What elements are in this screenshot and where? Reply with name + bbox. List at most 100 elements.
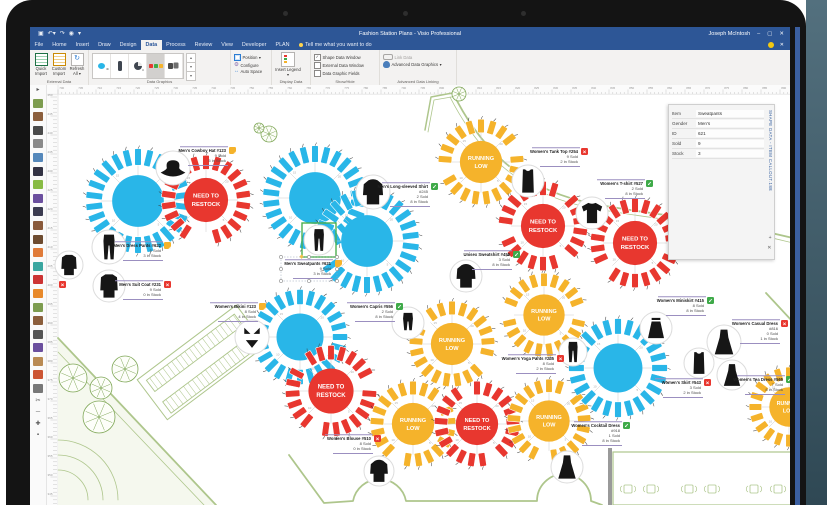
- tell-me-box[interactable]: Tell me what you want to do: [294, 40, 377, 50]
- stencil-tool-icon[interactable]: ✂: [35, 398, 40, 405]
- undo-icon[interactable]: ↶▾: [48, 30, 56, 37]
- close-button[interactable]: ✕: [779, 31, 784, 37]
- selection-handle[interactable]: [307, 255, 311, 259]
- item-callout[interactable]: Unisex Sweatshirt #4583 Sold8 in Stock✓: [449, 250, 520, 293]
- save-icon[interactable]: ▣: [38, 30, 44, 37]
- selection-handle[interactable]: [335, 267, 339, 271]
- position-button[interactable]: Position ▾: [234, 54, 262, 61]
- close-ribbon-icon[interactable]: ✕: [780, 42, 784, 48]
- close-icon[interactable]: ✕: [767, 245, 771, 251]
- field-value[interactable]: Sweatpants: [696, 110, 764, 117]
- touch-mode-icon[interactable]: ◉: [69, 30, 74, 37]
- stencil-tool-icon[interactable]: ─: [36, 409, 40, 416]
- ribbon-tab-row: File Home Insert Draw Design Data Process Revie…: [30, 40, 790, 50]
- stencil-shape-icon[interactable]: [33, 316, 43, 326]
- stencil-shape-icon[interactable]: [33, 180, 43, 190]
- tab-file[interactable]: File: [30, 40, 48, 50]
- tab-design[interactable]: Design: [115, 40, 141, 50]
- stencil-shape-icon[interactable]: [33, 152, 43, 162]
- item-callout[interactable]: Women's Casual Dress#8160 Sold1 in Stock…: [706, 319, 788, 360]
- selection-handle[interactable]: [279, 255, 283, 259]
- stencil-shape-icon[interactable]: [33, 275, 43, 285]
- checkbox-external-data-window[interactable]: External Data Window: [314, 62, 364, 69]
- item-callout[interactable]: Women's Miniskirt #4158 Sold8 in Stock✓: [639, 296, 714, 345]
- data-graphic-bar-icon[interactable]: [111, 54, 129, 78]
- clothing-rack-yellow[interactable]: 5101520RUNNINGLOW: [435, 115, 528, 208]
- quick-import-button[interactable]: Quick Import: [33, 52, 49, 76]
- checkbox-shape-data-window[interactable]: ✓ Shape Data Window: [314, 54, 364, 61]
- data-graphic-thumbs-icon[interactable]: [165, 54, 183, 78]
- refresh-all-button[interactable]: ↻ Refresh All ▾: [69, 52, 85, 76]
- stencil-shape-icon[interactable]: [33, 207, 43, 217]
- item-callout[interactable]: Women's Tea Dress #5657 Sold8 in Stock✓: [716, 359, 790, 395]
- insert-legend-button[interactable]: Insert Legend ▾: [275, 52, 301, 77]
- tab-data[interactable]: Data: [140, 40, 162, 50]
- field-value[interactable]: 621: [696, 130, 764, 137]
- signed-in-user[interactable]: Joseph McIntosh: [709, 31, 751, 37]
- gallery-scroll-arrows[interactable]: ▴ ▾ ▾: [186, 53, 196, 81]
- data-graphics-gallery[interactable]: [92, 53, 184, 79]
- stencil-shape-icon[interactable]: [33, 288, 43, 298]
- tab-review[interactable]: Review: [190, 40, 217, 50]
- redo-icon[interactable]: ↷: [60, 30, 65, 37]
- svg-text:20: 20: [431, 404, 435, 408]
- stencil-shape-icon[interactable]: [33, 139, 43, 149]
- item-callout[interactable]: ✕: [54, 250, 84, 288]
- data-graphic-gauge-icon[interactable]: [129, 54, 147, 78]
- stencil-shape-icon[interactable]: [33, 220, 43, 230]
- advanced-data-graphics-button[interactable]: Advanced Data Graphics ▾: [383, 61, 442, 68]
- checkbox-data-graphic-fields[interactable]: Data Graphic Fields: [314, 70, 364, 77]
- item-callout[interactable]: Men's Cowboy Hat #1239 Sold5 in Stock: [155, 146, 236, 186]
- data-graphic-status-flags-icon[interactable]: [147, 54, 165, 78]
- tab-draw[interactable]: Draw: [94, 40, 116, 50]
- item-callout[interactable]: Women's Capris #5562 Sold8 in Stock✓: [347, 302, 425, 340]
- selection-handle[interactable]: [279, 279, 283, 283]
- customize-qat-icon[interactable]: ▾: [78, 30, 81, 37]
- stencil-shape-icon[interactable]: [33, 261, 43, 271]
- stencil-shape-icon[interactable]: [33, 166, 43, 176]
- tab-plan[interactable]: PLAN: [271, 40, 294, 50]
- item-callout[interactable]: Men's Suit Coat #2319 Sold0 in Stock✕: [92, 269, 171, 303]
- auto-space-button[interactable]: ↔ Auto Space: [234, 69, 262, 75]
- link-data-button[interactable]: Link Data: [383, 54, 442, 60]
- stencil-shape-icon[interactable]: [33, 343, 43, 353]
- svg-text:20: 20: [225, 179, 229, 183]
- tab-home[interactable]: Home: [48, 40, 71, 50]
- expand-icon[interactable]: +: [769, 235, 772, 241]
- svg-text:RESTOCK: RESTOCK: [529, 228, 558, 234]
- selection-handle[interactable]: [335, 279, 339, 283]
- stencil-expand-icon[interactable]: ▸: [36, 87, 39, 94]
- clothing-rack-red[interactable]: 5101520NEED TORESTOCK: [431, 377, 524, 470]
- selection-handle[interactable]: [335, 255, 339, 259]
- configure-button[interactable]: ⚙ Configure: [234, 62, 262, 68]
- stencil-shape-icon[interactable]: [33, 193, 43, 203]
- custom-import-button[interactable]: Custom Import: [51, 52, 67, 76]
- stencil-shape-icon[interactable]: [33, 125, 43, 135]
- tab-view[interactable]: View: [217, 40, 238, 50]
- stencil-shape-icon[interactable]: [33, 248, 43, 258]
- field-value[interactable]: Men's: [696, 120, 764, 127]
- data-graphic-callout-icon[interactable]: [93, 54, 111, 78]
- feedback-smiley-icon[interactable]: [767, 42, 774, 48]
- field-value[interactable]: 9: [696, 140, 764, 147]
- tab-developer[interactable]: Developer: [237, 40, 271, 50]
- selection-handle[interactable]: [279, 267, 283, 271]
- stencil-shape-icon[interactable]: [33, 98, 43, 108]
- selection-handle[interactable]: [307, 279, 311, 283]
- stencil-tool-icon[interactable]: ✚: [35, 421, 40, 428]
- stencil-shape-icon[interactable]: [33, 234, 43, 244]
- stencil-shape-icon[interactable]: [33, 329, 43, 339]
- minimize-button[interactable]: –: [757, 31, 760, 37]
- field-value[interactable]: 3: [696, 150, 764, 157]
- status-badge-red: ✕: [781, 320, 788, 327]
- tab-insert[interactable]: Insert: [71, 40, 93, 50]
- stencil-shape-icon[interactable]: [33, 112, 43, 122]
- restore-button[interactable]: ▢: [767, 31, 772, 37]
- stencil-shape-icon[interactable]: [33, 302, 43, 312]
- stencil-shape-icon[interactable]: [33, 370, 43, 380]
- stencil-tool-icon[interactable]: ▪: [37, 432, 39, 439]
- vertical-ruler[interactable]: [47, 85, 58, 505]
- stencil-shape-icon[interactable]: [33, 356, 43, 366]
- stencil-shape-icon[interactable]: [33, 384, 43, 394]
- tab-process[interactable]: Process: [162, 40, 190, 50]
